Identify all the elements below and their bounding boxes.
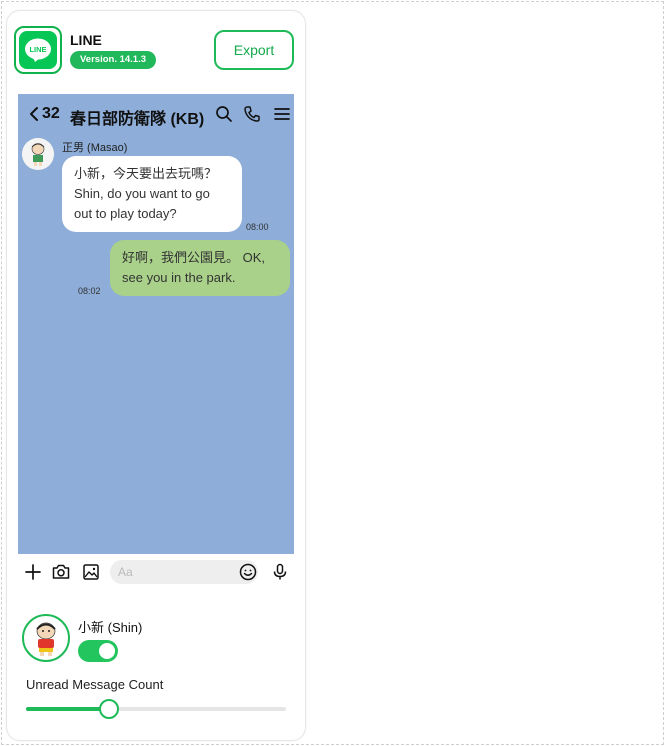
member-count: 32 — [42, 105, 60, 122]
chat-header: 32 春日部防衛隊 (KB) — [18, 94, 294, 134]
message-input-bar — [18, 556, 294, 588]
chat-room-name: 春日部防衛隊 (KB) — [70, 111, 205, 128]
slider-thumb[interactable] — [99, 699, 119, 719]
export-button[interactable]: Export — [214, 30, 294, 70]
user-name: 小新 (Shin) — [78, 620, 143, 635]
search-icon[interactable] — [214, 104, 234, 124]
outgoing-message-bubble: 好啊，我們公園見。 OK, see you in the park. — [110, 240, 290, 296]
slider-fill — [26, 707, 109, 711]
back-chevron-icon[interactable] — [28, 105, 40, 123]
menu-icon[interactable] — [272, 104, 292, 124]
plus-icon[interactable] — [23, 562, 43, 582]
user-toggle[interactable] — [78, 640, 118, 662]
chat-preview: 32 春日部防衛隊 (KB) 正男 (Masao) 小新，今天要出去玩嗎？ Sh… — [18, 94, 294, 554]
unread-count-label: Unread Message Count — [26, 677, 164, 692]
shin-avatar — [22, 614, 70, 662]
image-icon[interactable] — [81, 562, 101, 582]
emoji-icon[interactable] — [238, 562, 258, 582]
logo-text: LINE — [29, 45, 46, 54]
phone-icon[interactable] — [242, 104, 262, 124]
masao-avatar — [22, 138, 54, 170]
incoming-message-bubble: 小新，今天要出去玩嗎？ Shin, do you want to go out … — [62, 156, 242, 232]
message-input[interactable] — [110, 560, 258, 584]
sender-name: 正男 (Masao) — [62, 142, 128, 154]
line-app-logo: LINE — [14, 26, 62, 74]
version-badge: Version. 14.1.3 — [70, 51, 157, 69]
message-time: 08:00 — [246, 222, 269, 232]
microphone-icon[interactable] — [270, 562, 290, 582]
unread-count-slider[interactable] — [26, 699, 286, 719]
message-time: 08:02 — [78, 286, 101, 296]
toggle-knob — [99, 643, 115, 659]
camera-icon[interactable] — [51, 562, 71, 582]
app-name: LINE — [70, 32, 102, 48]
